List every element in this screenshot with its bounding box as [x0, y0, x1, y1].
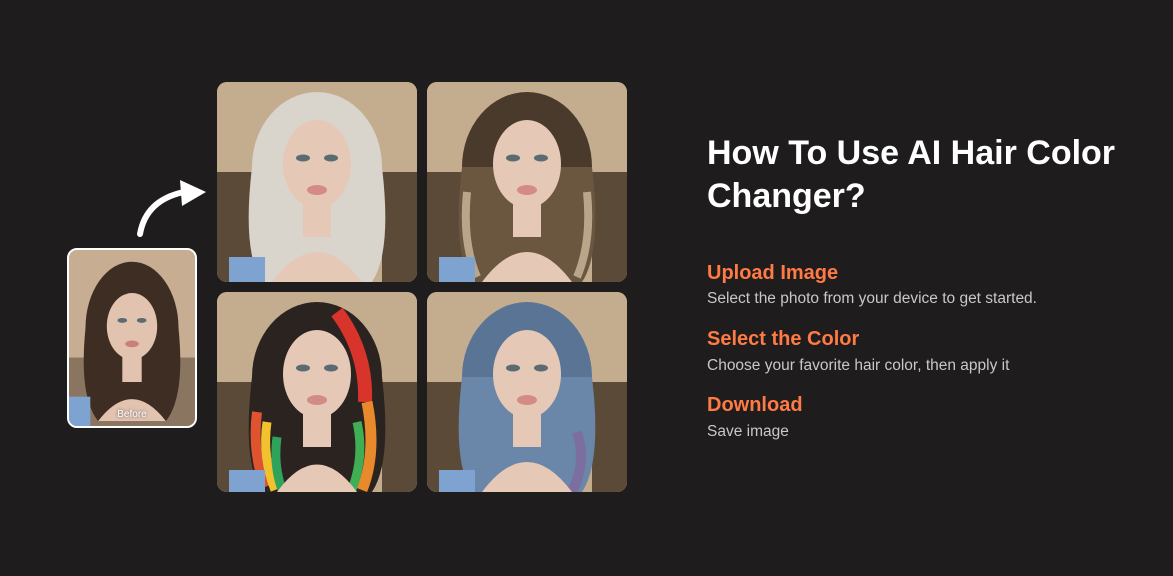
platinum-hair-portrait-image — [217, 82, 417, 282]
step-select-color-heading: Select the Color — [707, 328, 860, 350]
before-portrait-image — [69, 250, 195, 426]
result-photo-blue[interactable] — [427, 292, 627, 492]
result-photo-platinum[interactable] — [217, 82, 417, 282]
blue-hair-portrait-image — [427, 292, 627, 492]
balayage-hair-portrait-image — [427, 82, 627, 282]
page-title: How To Use AI Hair Color Changer? — [707, 134, 1116, 215]
step-select-color-description: Choose your favorite hair color, then ap… — [707, 357, 1010, 374]
curved-arrow-icon — [137, 180, 206, 237]
step-upload-description: Select the photo from your device to get… — [707, 290, 1037, 307]
before-label: Before — [117, 409, 147, 420]
result-photo-rainbow[interactable] — [217, 292, 417, 492]
step-download-description: Save image — [707, 423, 789, 440]
step-upload-heading: Upload Image — [707, 262, 839, 284]
rainbow-hair-portrait-image — [217, 292, 417, 492]
result-photo-balayage[interactable] — [427, 82, 627, 282]
step-download-heading: Download — [707, 394, 803, 416]
before-photo-card[interactable]: Before — [67, 248, 197, 428]
